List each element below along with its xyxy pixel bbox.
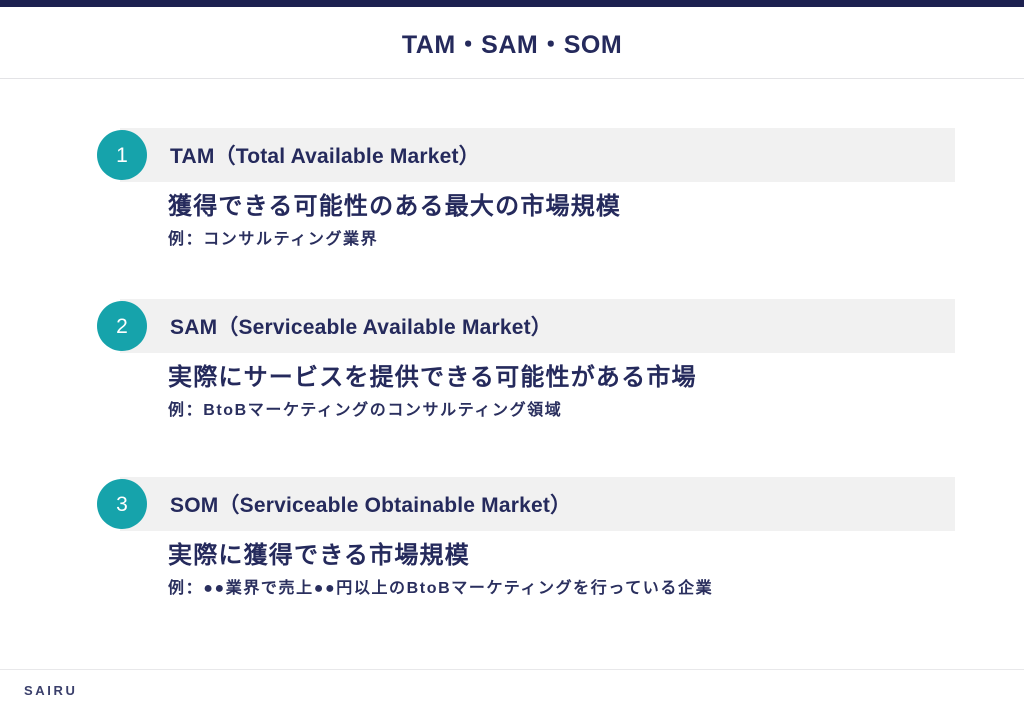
section-description-sam: 実際にサービスを提供できる可能性がある市場 bbox=[168, 364, 697, 391]
section-header-row: 1 TAM（Total Available Market） bbox=[0, 128, 1024, 182]
section-example-tam: 例：コンサルティング業界 bbox=[168, 231, 379, 248]
section-sam: 2 SAM（Serviceable Available Market） 実際にサ… bbox=[0, 299, 1024, 419]
section-tam: 1 TAM（Total Available Market） 獲得できる可能性のあ… bbox=[0, 128, 1024, 248]
section-body-som: 実際に獲得できる市場規模 例：●●業界で売上●●円以上のBtoBマーケティングを… bbox=[168, 541, 988, 600]
section-description-tam: 獲得できる可能性のある最大の市場規模 bbox=[168, 193, 622, 220]
section-example-sam: 例：BtoBマーケティングのコンサルティング領域 bbox=[168, 402, 563, 419]
section-title-sam: SAM（Serviceable Available Market） bbox=[170, 316, 553, 339]
top-accent-bar bbox=[0, 0, 1024, 7]
section-som: 3 SOM（Serviceable Obtainable Market） 実際に… bbox=[0, 477, 1024, 597]
brand-logo: SAIRU bbox=[24, 683, 78, 698]
section-number-badge-2: 2 bbox=[97, 301, 147, 351]
section-number-badge-3: 3 bbox=[97, 479, 147, 529]
page-title: TAM・SAM・SOM bbox=[401, 30, 623, 59]
slide-footer: SAIRU bbox=[0, 669, 1024, 709]
section-body-sam: 実際にサービスを提供できる可能性がある市場 例：BtoBマーケティングのコンサル… bbox=[168, 363, 988, 422]
section-number-badge-1: 1 bbox=[97, 130, 147, 180]
slide-content: 1 TAM（Total Available Market） 獲得できる可能性のあ… bbox=[0, 80, 1024, 669]
section-title-tam: TAM（Total Available Market） bbox=[170, 145, 480, 168]
slide-header: TAM・SAM・SOM bbox=[0, 7, 1024, 79]
section-body-tam: 獲得できる可能性のある最大の市場規模 例：コンサルティング業界 bbox=[168, 192, 988, 251]
section-example-som: 例：●●業界で売上●●円以上のBtoBマーケティングを行っている企業 bbox=[168, 580, 714, 597]
section-description-som: 実際に獲得できる市場規模 bbox=[168, 542, 470, 569]
section-title-som: SOM（Serviceable Obtainable Market） bbox=[170, 494, 572, 517]
section-header-row: 2 SAM（Serviceable Available Market） bbox=[0, 299, 1024, 353]
section-header-row: 3 SOM（Serviceable Obtainable Market） bbox=[0, 477, 1024, 531]
